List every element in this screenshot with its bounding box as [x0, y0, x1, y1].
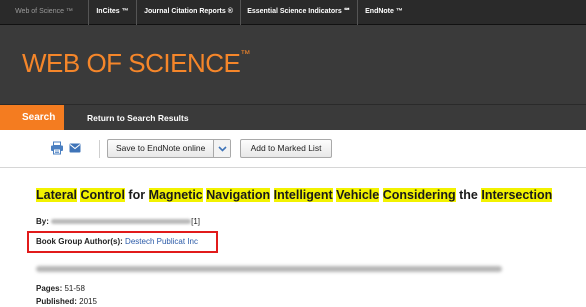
save-to-endnote-button[interactable]: Save to EndNote online: [107, 139, 231, 158]
brand-trademark: ™: [240, 49, 250, 60]
pages-row: Pages: 51-58: [36, 283, 85, 294]
published-row: Published: 2015: [36, 296, 97, 307]
title-word: for: [128, 188, 146, 202]
title-word: Considering: [382, 188, 456, 202]
search-tab[interactable]: Search: [0, 105, 64, 131]
authors-label: By:: [36, 217, 49, 226]
title-word: Lateral: [36, 188, 77, 202]
tab-incites[interactable]: InCites ™: [89, 0, 137, 25]
tab-essential-science-indicators[interactable]: Essential Science Indicators ℠: [241, 0, 358, 25]
brand-text: WEB OF SCIENCE: [22, 48, 241, 78]
record-toolbar: Save to EndNote online Add to Marked Lis…: [0, 130, 586, 168]
record-title: Lateral Control for Magnetic Navigation …: [36, 186, 553, 204]
save-options-dropdown[interactable]: [213, 140, 230, 157]
book-group-author-link[interactable]: Destech Publicat Inc: [125, 237, 198, 246]
pages-label: Pages:: [36, 284, 63, 293]
title-word: Vehicle: [336, 188, 380, 202]
return-to-results-link[interactable]: Return to Search Results: [87, 105, 189, 131]
title-word: Intersection: [481, 188, 553, 202]
title-word: Control: [80, 188, 125, 202]
redacted-source-line: [36, 266, 502, 272]
header-banner: WEB OF SCIENCE™: [0, 25, 586, 104]
book-group-author-row: Book Group Author(s): Destech Publicat I…: [36, 236, 198, 247]
add-to-marked-list-button[interactable]: Add to Marked List: [240, 139, 332, 158]
title-word: Intelligent: [273, 188, 333, 202]
product-nav-bar: Web of Science ™ InCites ™ Journal Citat…: [0, 0, 586, 25]
authors-row: By: [1]: [36, 216, 200, 227]
save-to-endnote-label: Save to EndNote online: [116, 143, 206, 153]
pages-value: 51-58: [64, 284, 85, 293]
brand-logo[interactable]: WEB OF SCIENCE™: [22, 47, 250, 79]
redacted-authors: [51, 219, 192, 225]
toolbar-divider: [99, 140, 100, 158]
published-value: 2015: [79, 297, 97, 306]
published-label: Published:: [36, 297, 77, 306]
envelope-icon[interactable]: [69, 143, 81, 153]
title-word: Magnetic: [148, 188, 203, 202]
printer-icon[interactable]: [50, 141, 64, 155]
author-reference: [1]: [191, 217, 201, 226]
title-word: Navigation: [206, 188, 271, 202]
title-word: the: [459, 188, 478, 202]
tab-web-of-science[interactable]: Web of Science ™: [0, 0, 89, 25]
action-bar: Search Return to Search Results: [0, 104, 586, 131]
tab-endnote[interactable]: EndNote ™: [358, 0, 410, 25]
chevron-down-icon: [218, 146, 227, 152]
book-group-author-label: Book Group Author(s):: [36, 237, 123, 246]
tab-journal-citation-reports[interactable]: Journal Citation Reports ®: [137, 0, 241, 25]
